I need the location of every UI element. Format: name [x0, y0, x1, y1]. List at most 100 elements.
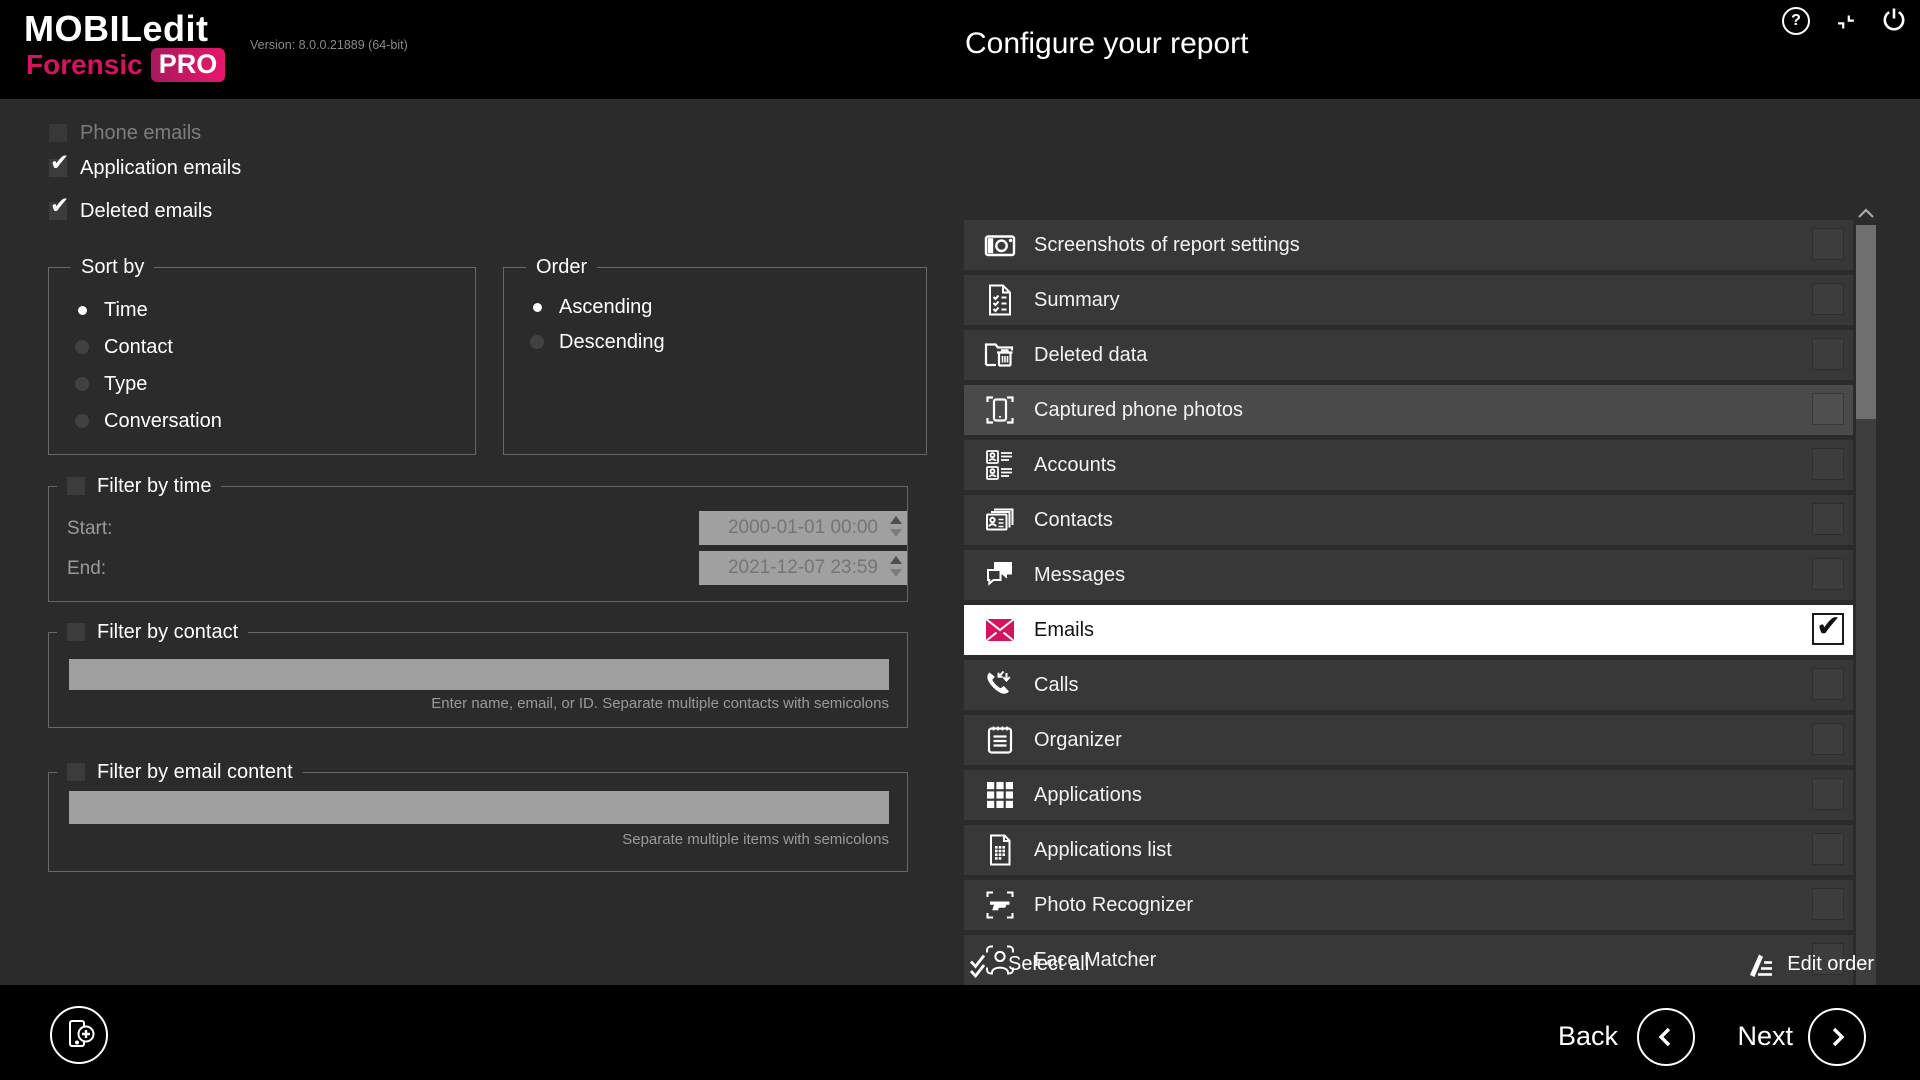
- edit-pencil-icon: [1745, 949, 1775, 979]
- captured-phone-icon: [981, 391, 1019, 429]
- report-item-label: Screenshots of report settings: [1034, 234, 1300, 257]
- scrollbar-thumb[interactable]: [1856, 225, 1876, 419]
- report-item-checkbox[interactable]: [1812, 888, 1844, 920]
- report-item-label: Summary: [1034, 289, 1120, 312]
- radio-sort-time[interactable]: Time: [75, 299, 148, 321]
- content-filter-input[interactable]: [69, 791, 889, 824]
- radio-order-descending[interactable]: Descending: [530, 331, 665, 353]
- report-item-checkbox[interactable]: [1812, 338, 1844, 370]
- report-item-label: Captured phone photos: [1034, 399, 1243, 422]
- phone-emails-checkbox[interactable]: Phone emails: [49, 122, 201, 144]
- scrollbar-track[interactable]: [1856, 225, 1876, 1033]
- report-item-checkbox[interactable]: [1812, 613, 1844, 645]
- radio-dot[interactable]: [530, 300, 544, 314]
- report-item-contacts[interactable]: Contacts: [964, 495, 1853, 545]
- deleted-data-icon: [981, 336, 1019, 374]
- report-item-emails[interactable]: Emails: [964, 605, 1853, 655]
- radio-dot[interactable]: [75, 377, 89, 391]
- sort-by-group: Sort by Time Contact Type Conversation: [48, 267, 476, 455]
- filter-contact-checkbox[interactable]: [67, 623, 85, 641]
- summary-icon: [981, 281, 1019, 319]
- radio-dot[interactable]: [75, 303, 89, 317]
- report-item-label: Organizer: [1034, 729, 1122, 752]
- report-item-summary[interactable]: Summary: [964, 275, 1853, 325]
- end-label: End:: [67, 558, 106, 580]
- deleted-emails-checkbox[interactable]: Deleted emails: [49, 200, 212, 222]
- report-item-checkbox[interactable]: [1812, 558, 1844, 590]
- power-icon[interactable]: [1879, 5, 1909, 40]
- radio-order-ascending[interactable]: Ascending: [530, 296, 652, 318]
- application-emails-checkbox[interactable]: Application emails: [49, 157, 241, 179]
- start-label: Start:: [67, 518, 112, 540]
- connect-phone-button[interactable]: [50, 1006, 108, 1064]
- select-all-button[interactable]: Select all: [966, 946, 1089, 982]
- content-area: Phone emails Application emails Deleted …: [0, 99, 1920, 985]
- next-button[interactable]: [1808, 1008, 1866, 1066]
- report-item-accounts[interactable]: Accounts: [964, 440, 1853, 490]
- edit-order-label: Edit order: [1787, 953, 1874, 976]
- report-item-applications[interactable]: Applications: [964, 770, 1853, 820]
- checkbox-box[interactable]: [49, 124, 67, 142]
- report-item-deleted-data[interactable]: Deleted data: [964, 330, 1853, 380]
- filter-by-content-group: Filter by email content Separate multipl…: [48, 772, 908, 872]
- radio-sort-conversation[interactable]: Conversation: [75, 410, 222, 432]
- contact-filter-input[interactable]: [69, 659, 889, 690]
- end-date-value: 2021-12-07 23:59: [699, 551, 907, 585]
- report-item-label: Deleted data: [1034, 344, 1147, 367]
- report-item-checkbox[interactable]: [1812, 778, 1844, 810]
- report-item-checkbox[interactable]: [1812, 833, 1844, 865]
- report-item-checkbox[interactable]: [1812, 228, 1844, 260]
- app-logo: MOBILedit: [24, 8, 208, 50]
- start-date-value: 2000-01-01 00:00: [699, 511, 907, 545]
- end-date-spinner[interactable]: [890, 556, 902, 577]
- filter-content-checkbox[interactable]: [67, 763, 85, 781]
- report-item-label: Applications list: [1034, 839, 1172, 862]
- back-button[interactable]: [1637, 1008, 1695, 1066]
- report-item-messages[interactable]: Messages: [964, 550, 1853, 600]
- report-item-screenshots[interactable]: Screenshots of report settings: [964, 220, 1853, 270]
- start-date-input[interactable]: 2000-01-01 00:00: [699, 511, 907, 545]
- header-bar: MOBILedit Forensic PRO Version: 8.0.0.21…: [0, 0, 1920, 99]
- report-item-checkbox[interactable]: [1812, 668, 1844, 700]
- sort-by-legend: Sort by: [71, 255, 154, 279]
- report-item-organizer[interactable]: Organizer: [964, 715, 1853, 765]
- report-item-checkbox[interactable]: [1812, 393, 1844, 425]
- checkbox-label: Application emails: [80, 157, 241, 180]
- radio-dot[interactable]: [530, 335, 544, 349]
- order-group: Order Ascending Descending: [503, 267, 927, 455]
- pro-badge: PRO: [151, 48, 226, 82]
- report-item-photo-recognizer[interactable]: Photo Recognizer: [964, 880, 1853, 930]
- accounts-icon: [981, 446, 1019, 484]
- report-item-applications-list[interactable]: Applications list: [964, 825, 1853, 875]
- report-item-checkbox[interactable]: [1812, 723, 1844, 755]
- edit-order-button[interactable]: Edit order: [1745, 946, 1874, 982]
- start-date-spinner[interactable]: [890, 516, 902, 537]
- spin-up-icon: [890, 516, 902, 524]
- report-item-checkbox[interactable]: [1812, 448, 1844, 480]
- report-item-checkbox[interactable]: [1812, 503, 1844, 535]
- end-date-input[interactable]: 2021-12-07 23:59: [699, 551, 907, 585]
- radio-sort-type[interactable]: Type: [75, 373, 147, 395]
- report-item-calls[interactable]: Calls: [964, 660, 1853, 710]
- report-item-face-matcher[interactable]: Face Matcher: [964, 935, 1853, 985]
- help-icon[interactable]: ?: [1782, 7, 1810, 35]
- checkbox-box[interactable]: [49, 159, 67, 177]
- filter-time-checkbox[interactable]: [67, 477, 85, 495]
- resize-icon[interactable]: [1833, 9, 1859, 40]
- report-item-captured-phone-photos[interactable]: Captured phone photos: [964, 385, 1853, 435]
- chevron-left-icon: [1651, 1022, 1681, 1052]
- report-item-label: Messages: [1034, 564, 1125, 587]
- scroll-up-icon[interactable]: [1856, 206, 1876, 220]
- apps-grid-icon: [981, 776, 1019, 814]
- radio-dot[interactable]: [75, 340, 89, 354]
- organizer-icon: [981, 721, 1019, 759]
- back-label[interactable]: Back: [1534, 1021, 1618, 1052]
- report-item-checkbox[interactable]: [1812, 283, 1844, 315]
- order-legend: Order: [526, 255, 597, 279]
- radio-sort-contact[interactable]: Contact: [75, 336, 173, 358]
- next-label[interactable]: Next: [1709, 1021, 1793, 1052]
- contacts-icon: [981, 501, 1019, 539]
- radio-dot[interactable]: [75, 414, 89, 428]
- checkbox-box[interactable]: [49, 202, 67, 220]
- filter-content-legend: Filter by email content: [57, 760, 303, 784]
